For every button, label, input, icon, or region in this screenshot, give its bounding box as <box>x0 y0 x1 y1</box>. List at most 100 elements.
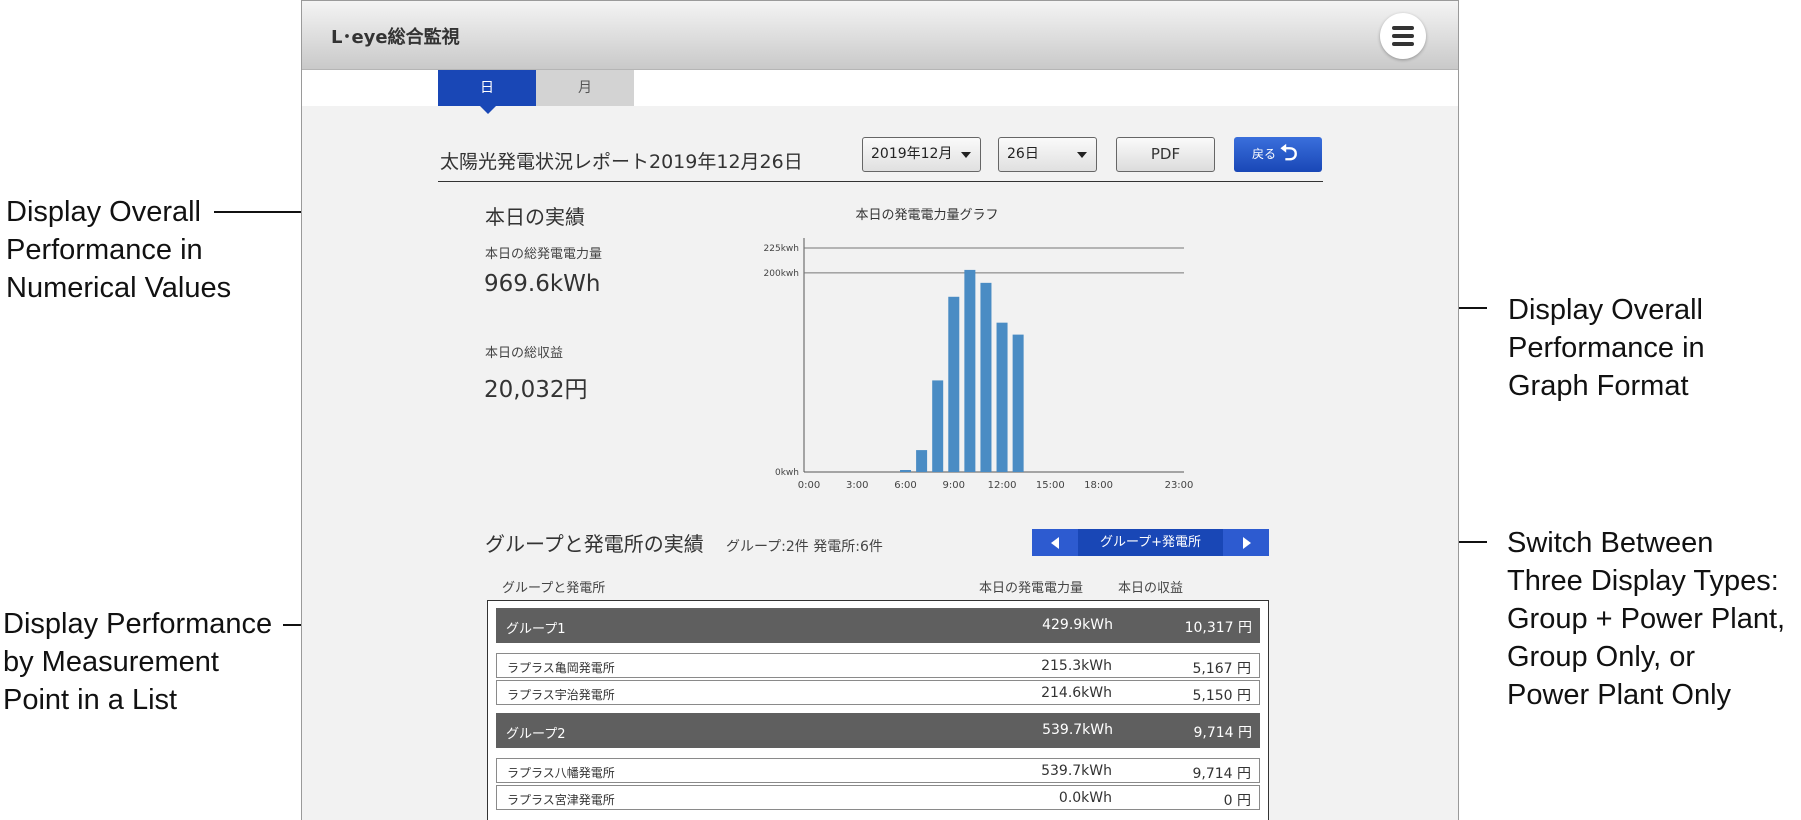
row-revenue: 5,167 円 <box>1192 661 1251 677</box>
annotation-line: Group + Power Plant, <box>1507 603 1786 635</box>
switch-next-button[interactable] <box>1223 529 1269 556</box>
row-revenue: 9,714 円 <box>1193 725 1252 741</box>
chart-y-tick-label: 200kwh <box>764 269 799 279</box>
annotation-line: Switch Between <box>1507 527 1714 559</box>
annotation-line: Power Plant Only <box>1507 679 1732 711</box>
row-power: 539.7kWh <box>1042 722 1113 738</box>
annotation-left-numerical: Display Overall Performance in Numerical… <box>6 193 231 307</box>
annotation-line: Graph Format <box>1508 370 1689 402</box>
chart-x-tick-label: 12:00 <box>988 480 1017 491</box>
back-button-label: 戻る <box>1252 147 1277 161</box>
chart-x-tick-label: 0:00 <box>798 480 820 491</box>
annotation-line: Display Overall <box>1508 294 1703 326</box>
chart-bar <box>1012 334 1024 472</box>
column-header-revenue: 本日の収益 <box>1118 581 1184 596</box>
pdf-button[interactable]: PDF <box>1116 137 1215 172</box>
chart-bar <box>900 470 912 472</box>
chevron-down-icon <box>1077 152 1087 158</box>
app-title: L･eye総合監視 <box>331 27 460 48</box>
caret-right-icon <box>1243 537 1251 549</box>
caret-left-icon <box>1051 537 1059 549</box>
annotation-line: Display Overall <box>6 196 201 228</box>
row-revenue: 0 円 <box>1223 793 1251 809</box>
annotation-left-list: Display Performance by Measurement Point… <box>3 605 272 719</box>
chart-y-tick-label: 225kwh <box>764 244 799 254</box>
row-revenue: 5,150 円 <box>1192 688 1251 704</box>
undo-arrow-icon: ⮌ <box>1280 141 1298 166</box>
app-window: L･eye総合監視 日 月 太陽光発電状況レポート2019年12月26日 201… <box>301 0 1459 820</box>
groups-heading: グループと発電所の実績 <box>485 532 704 556</box>
chart-bar <box>932 380 944 472</box>
row-name: ラプラス八幡発電所 <box>507 766 615 780</box>
annotation-line: Group Only, or <box>1507 641 1696 673</box>
annotation-line: by Measurement <box>3 646 219 678</box>
plant-row[interactable]: ラプラス八幡発電所 539.7kWh 9,714 円 <box>496 758 1260 783</box>
hamburger-menu-icon[interactable] <box>1380 13 1426 59</box>
chart-bar <box>916 450 928 472</box>
chart-y-tick-label: 0kwh <box>775 468 799 478</box>
row-revenue: 9,714 円 <box>1192 766 1251 782</box>
today-heading: 本日の実績 <box>485 205 585 229</box>
annotation-line: Performance in <box>1508 332 1705 364</box>
row-revenue: 10,317 円 <box>1184 620 1252 636</box>
tab-day[interactable]: 日 <box>438 70 536 106</box>
tab-month[interactable]: 月 <box>536 70 634 106</box>
group-row[interactable]: グループ1 429.9kWh 10,317 円 <box>496 608 1260 643</box>
group-row[interactable]: グループ2 539.7kWh 9,714 円 <box>496 713 1260 748</box>
month-select[interactable]: 2019年12月 <box>862 137 981 172</box>
chart-bar <box>964 269 976 472</box>
annotation-line: Performance in <box>6 234 203 266</box>
display-type-switcher: グループ+発電所 <box>1032 529 1269 556</box>
plant-row[interactable]: ラプラス宮津発電所 0.0kWh 0 円 <box>496 785 1260 810</box>
stage: Display Overall Performance in Numerical… <box>0 0 1801 820</box>
switch-prev-button[interactable] <box>1032 529 1078 556</box>
row-power: 215.3kWh <box>1041 658 1112 674</box>
chart-x-tick-label: 6:00 <box>894 480 916 491</box>
annotation-right-graph: Display Overall Performance in Graph For… <box>1508 291 1705 405</box>
total-revenue-label: 本日の総収益 <box>485 346 564 361</box>
day-select-value: 26日 <box>1007 146 1039 162</box>
row-name: ラプラス宮津発電所 <box>507 793 615 807</box>
chevron-down-icon <box>961 152 971 158</box>
row-name: グループ1 <box>506 622 566 637</box>
chart-bar <box>996 322 1008 472</box>
month-select-value: 2019年12月 <box>871 146 953 162</box>
row-name: グループ2 <box>506 727 566 742</box>
groups-counts: グループ:2件 発電所:6件 <box>726 539 883 555</box>
row-power: 0.0kWh <box>1058 790 1112 806</box>
chart-bar <box>980 282 992 472</box>
column-header-name: グループと発電所 <box>502 581 606 596</box>
tab-active-caret-icon <box>479 105 497 114</box>
performance-table: グループ1 429.9kWh 10,317 円ラプラス亀岡発電所 215.3kWh 5,… <box>487 600 1269 820</box>
day-select[interactable]: 26日 <box>998 137 1097 172</box>
tab-bar: 日 月 <box>302 70 1458 106</box>
chart-x-tick-label: 3:00 <box>846 480 868 491</box>
total-power-value: 969.6kWh <box>484 271 601 297</box>
title-divider <box>438 181 1323 182</box>
plant-row[interactable]: ラプラス亀岡発電所 215.3kWh 5,167 円 <box>496 653 1260 678</box>
row-power: 214.6kWh <box>1041 685 1112 701</box>
column-header-power: 本日の発電電力量 <box>979 581 1084 596</box>
chart-x-tick-label: 15:00 <box>1036 480 1065 491</box>
total-revenue-value: 20,032円 <box>484 377 588 403</box>
row-power: 539.7kWh <box>1041 763 1112 779</box>
page-title: 太陽光発電状況レポート2019年12月26日 <box>440 151 803 173</box>
display-type-label: グループ+発電所 <box>1099 535 1202 550</box>
annotation-line: Display Performance <box>3 608 273 640</box>
back-button[interactable]: 戻る ⮌ <box>1234 137 1322 172</box>
chart-x-tick-label: 18:00 <box>1084 480 1113 491</box>
total-power-label: 本日の総発電電力量 <box>485 247 603 262</box>
chart-bar <box>948 296 960 472</box>
chart-x-tick-label: 23:00 <box>1165 480 1194 491</box>
plant-row[interactable]: ラプラス宇治発電所 214.6kWh 5,150 円 <box>496 680 1260 705</box>
power-bar-chart: 225kwh 200kwh 0kwh 0:00 3:00 6:00 9:00 12:00 15:… <box>764 238 1194 491</box>
row-power: 429.9kWh <box>1042 617 1113 633</box>
annotation-line: Three Display Types: <box>1507 565 1779 597</box>
chart-title: 本日の発電電力量グラフ <box>855 208 999 223</box>
row-name: ラプラス宇治発電所 <box>507 688 615 702</box>
annotation-line: Numerical Values <box>6 272 232 304</box>
annotation-line: Point in a List <box>3 684 178 716</box>
chart-x-tick-label: 9:00 <box>943 480 965 491</box>
row-name: ラプラス亀岡発電所 <box>507 661 615 675</box>
annotation-right-switch: Switch Between Three Display Types: Grou… <box>1507 524 1785 714</box>
